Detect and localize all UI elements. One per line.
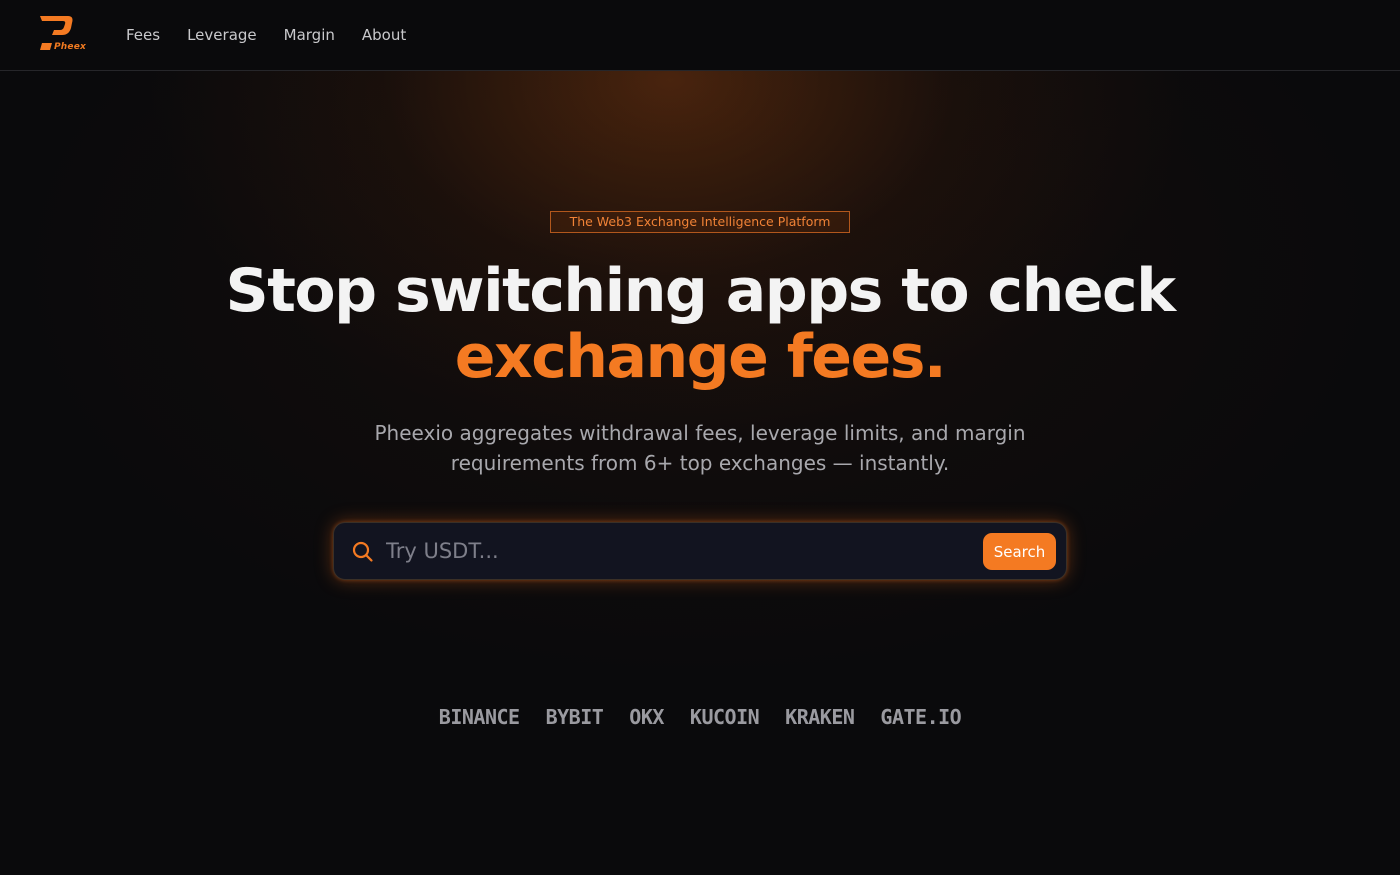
- exchange-okx: OKX: [629, 705, 664, 729]
- nav-item-about[interactable]: About: [362, 26, 406, 44]
- top-navbar: Pheex Fees Leverage Margin About: [0, 0, 1400, 71]
- nav-item-margin[interactable]: Margin: [284, 26, 335, 44]
- hero-badge: The Web3 Exchange Intelligence Platform: [550, 211, 850, 233]
- search-input[interactable]: [386, 533, 966, 569]
- main-nav: Fees Leverage Margin About: [126, 26, 406, 44]
- exchange-binance: BINANCE: [438, 705, 520, 729]
- exchange-gateio: GATE.IO: [880, 705, 962, 729]
- exchange-logos: BINANCE BYBIT OKX KUCOIN KRAKEN GATE.IO: [0, 705, 1400, 729]
- hero-subtitle-line2: requirements from 6+ top exchanges — ins…: [450, 451, 950, 475]
- brand-logo[interactable]: Pheex: [38, 16, 87, 54]
- search-button[interactable]: Search: [983, 533, 1056, 570]
- exchange-bybit: BYBIT: [545, 705, 604, 729]
- hero-headline-line1: Stop switching apps to check: [225, 256, 1176, 326]
- hero-headline-line2: exchange fees.: [454, 322, 947, 392]
- search-icon: [352, 541, 374, 567]
- hero-subtitle-line1: Pheexio aggregates withdrawal fees, leve…: [374, 421, 1026, 445]
- search-bar: Search: [333, 522, 1067, 580]
- exchange-kraken: KRAKEN: [785, 705, 855, 729]
- logo-wordmark: Pheex: [54, 42, 87, 52]
- nav-item-fees[interactable]: Fees: [126, 26, 160, 44]
- nav-item-leverage[interactable]: Leverage: [187, 26, 257, 44]
- exchange-kucoin: KUCOIN: [689, 705, 760, 729]
